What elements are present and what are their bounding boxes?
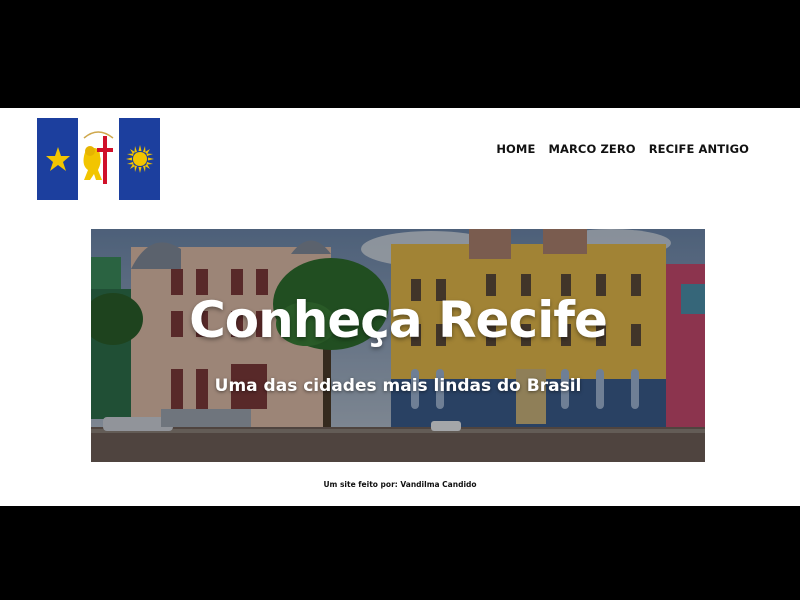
page: HOME MARCO ZERO RECIFE ANTIGO Conheça Re… (0, 108, 800, 506)
hero-banner: Conheça Recife Uma das cidades mais lind… (91, 229, 705, 462)
main-nav: HOME MARCO ZERO RECIFE ANTIGO (496, 142, 749, 156)
recife-flag-logo[interactable] (37, 118, 160, 200)
letterbox-top (0, 0, 800, 108)
letterbox-bottom (0, 506, 800, 600)
flag-left-stripe (37, 118, 78, 200)
sun-icon (125, 145, 154, 173)
lion-cross-icon (83, 131, 114, 184)
nav-home-link[interactable]: HOME (496, 142, 535, 156)
flag-center-stripe (78, 118, 119, 200)
nav-recife-antigo-link[interactable]: RECIFE ANTIGO (649, 142, 749, 156)
nav-marco-zero-link[interactable]: MARCO ZERO (548, 142, 635, 156)
star-icon (45, 147, 70, 171)
footer-credit: Um site feito por: Vandilma Candido (323, 480, 477, 489)
flag-right-stripe (119, 118, 160, 200)
hero-title: Conheça Recife (189, 291, 608, 349)
hero-subtitle: Uma das cidades mais lindas do Brasil (214, 376, 582, 396)
